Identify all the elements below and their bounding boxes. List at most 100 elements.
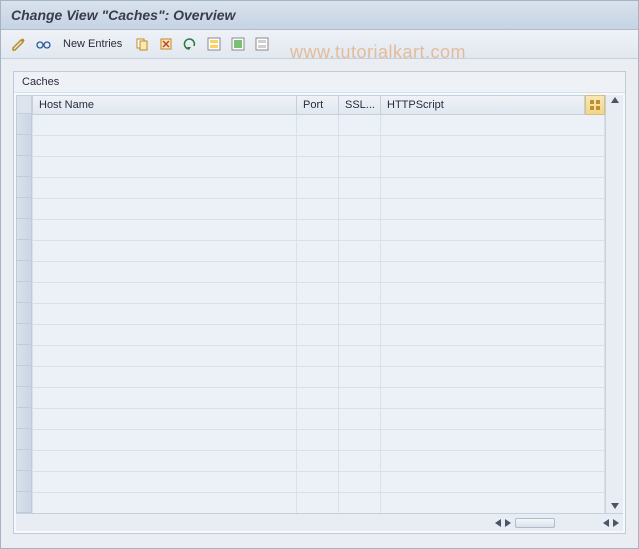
cell-port[interactable]	[297, 472, 339, 493]
table-row[interactable]	[32, 304, 605, 325]
cell-script[interactable]	[381, 409, 605, 430]
delete-icon[interactable]	[156, 34, 176, 54]
row-selector[interactable]	[16, 114, 32, 135]
cell-host[interactable]	[32, 178, 297, 199]
cell-ssl[interactable]	[339, 199, 381, 220]
cell-ssl[interactable]	[339, 283, 381, 304]
cell-script[interactable]	[381, 199, 605, 220]
cell-host[interactable]	[32, 262, 297, 283]
table-row[interactable]	[32, 472, 605, 493]
deselect-icon[interactable]	[252, 34, 272, 54]
cell-script[interactable]	[381, 262, 605, 283]
cell-ssl[interactable]	[339, 472, 381, 493]
scroll-left-icon[interactable]	[495, 519, 501, 527]
cell-ssl[interactable]	[339, 451, 381, 472]
cell-ssl[interactable]	[339, 220, 381, 241]
cell-script[interactable]	[381, 115, 605, 136]
cell-host[interactable]	[32, 220, 297, 241]
scroll-up-icon[interactable]	[611, 97, 619, 103]
cell-host[interactable]	[32, 451, 297, 472]
row-selector[interactable]	[16, 156, 32, 177]
cell-ssl[interactable]	[339, 136, 381, 157]
col-header-port[interactable]: Port	[297, 95, 339, 115]
scroll-down-icon[interactable]	[611, 503, 619, 509]
cell-host[interactable]	[32, 304, 297, 325]
cell-ssl[interactable]	[339, 346, 381, 367]
cell-port[interactable]	[297, 178, 339, 199]
table-row[interactable]	[32, 241, 605, 262]
row-selector[interactable]	[16, 408, 32, 429]
row-selector[interactable]	[16, 135, 32, 156]
table-row[interactable]	[32, 346, 605, 367]
cell-script[interactable]	[381, 178, 605, 199]
cell-port[interactable]	[297, 157, 339, 178]
cell-script[interactable]	[381, 241, 605, 262]
col-header-script[interactable]: HTTPScript	[381, 95, 585, 115]
cell-script[interactable]	[381, 157, 605, 178]
row-selector[interactable]	[16, 366, 32, 387]
table-row[interactable]	[32, 136, 605, 157]
table-row[interactable]	[32, 325, 605, 346]
cell-script[interactable]	[381, 346, 605, 367]
undo-icon[interactable]	[180, 34, 200, 54]
horizontal-scrollbar[interactable]	[16, 513, 623, 531]
row-selector[interactable]	[16, 177, 32, 198]
table-row[interactable]	[32, 388, 605, 409]
cell-host[interactable]	[32, 472, 297, 493]
cell-host[interactable]	[32, 325, 297, 346]
table-row[interactable]	[32, 157, 605, 178]
new-entries-button[interactable]: New Entries	[57, 38, 128, 50]
cell-host[interactable]	[32, 493, 297, 513]
cell-ssl[interactable]	[339, 367, 381, 388]
table-row[interactable]	[32, 451, 605, 472]
cell-host[interactable]	[32, 157, 297, 178]
row-selector[interactable]	[16, 324, 32, 345]
copy-icon[interactable]	[132, 34, 152, 54]
cell-script[interactable]	[381, 325, 605, 346]
table-row[interactable]	[32, 262, 605, 283]
cell-script[interactable]	[381, 283, 605, 304]
cell-ssl[interactable]	[339, 409, 381, 430]
cell-port[interactable]	[297, 115, 339, 136]
cell-host[interactable]	[32, 199, 297, 220]
cell-port[interactable]	[297, 220, 339, 241]
cell-ssl[interactable]	[339, 115, 381, 136]
row-selector[interactable]	[16, 261, 32, 282]
cell-ssl[interactable]	[339, 157, 381, 178]
row-selector[interactable]	[16, 387, 32, 408]
cell-host[interactable]	[32, 430, 297, 451]
cell-script[interactable]	[381, 304, 605, 325]
cell-script[interactable]	[381, 136, 605, 157]
cell-port[interactable]	[297, 451, 339, 472]
scroll-right-icon[interactable]	[505, 519, 511, 527]
table-row[interactable]	[32, 199, 605, 220]
scroll-right-end-icon[interactable]	[613, 519, 619, 527]
cell-port[interactable]	[297, 283, 339, 304]
table-row[interactable]	[32, 367, 605, 388]
cell-host[interactable]	[32, 388, 297, 409]
row-selector[interactable]	[16, 471, 32, 492]
select-block-icon[interactable]	[228, 34, 248, 54]
cell-port[interactable]	[297, 304, 339, 325]
row-selector[interactable]	[16, 345, 32, 366]
table-row[interactable]	[32, 115, 605, 136]
row-selector-header[interactable]	[16, 95, 32, 114]
scroll-left-end-icon[interactable]	[603, 519, 609, 527]
cell-script[interactable]	[381, 388, 605, 409]
row-selector[interactable]	[16, 282, 32, 303]
cell-script[interactable]	[381, 451, 605, 472]
cell-port[interactable]	[297, 262, 339, 283]
cell-ssl[interactable]	[339, 262, 381, 283]
cell-port[interactable]	[297, 346, 339, 367]
glasses-icon[interactable]	[33, 34, 53, 54]
row-selector[interactable]	[16, 429, 32, 450]
cell-ssl[interactable]	[339, 178, 381, 199]
cell-script[interactable]	[381, 493, 605, 513]
cell-script[interactable]	[381, 367, 605, 388]
col-header-host[interactable]: Host Name	[32, 95, 297, 115]
cell-ssl[interactable]	[339, 388, 381, 409]
cell-host[interactable]	[32, 115, 297, 136]
cell-host[interactable]	[32, 367, 297, 388]
cell-host[interactable]	[32, 241, 297, 262]
cell-host[interactable]	[32, 283, 297, 304]
